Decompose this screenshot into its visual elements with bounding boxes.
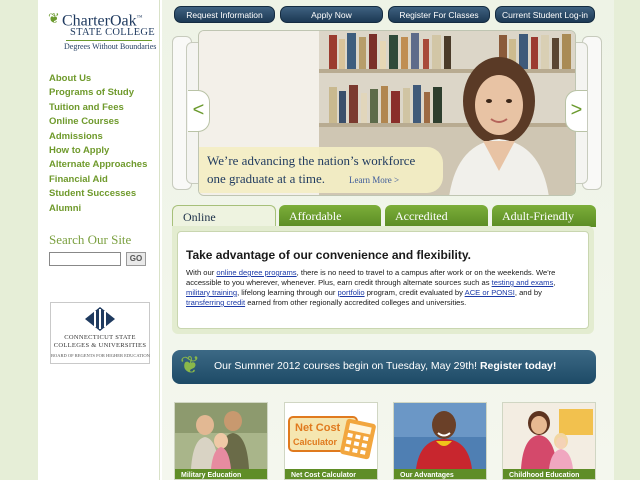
banner-text: Our Summer 2012 courses begin on Tuesday… — [214, 360, 557, 372]
apply-now-button[interactable]: Apply Now — [280, 6, 383, 23]
thumb-our-advantages[interactable]: Our Advantages — [393, 402, 487, 480]
tab-bar: Online Affordable Accredited Adult-Frien… — [172, 205, 596, 227]
tab-adult-friendly[interactable]: Adult-Friendly — [492, 205, 596, 227]
tab-online[interactable]: Online — [172, 205, 276, 227]
hero-caption-line-2: one graduate at a time. — [207, 171, 326, 186]
current-student-login-button[interactable]: Current Student Log-in — [495, 6, 595, 23]
search-title: Search Our Site — [49, 232, 132, 247]
oak-leaf-icon: ❦ — [180, 352, 201, 379]
cscu-line-2: COLLEGES & UNIVERSITIES — [53, 342, 147, 349]
online-degree-programs-link[interactable]: online degree programs — [216, 268, 296, 277]
hero-slide: We’re advancing the nation’s workforce o… — [198, 30, 576, 196]
page-background-right — [614, 0, 640, 480]
thumb-label: Military Education — [175, 469, 267, 479]
register-for-classes-button[interactable]: Register For Classes — [388, 6, 490, 23]
military-family-photo — [175, 403, 267, 469]
site-logo[interactable]: ❦ CharterOak™ STATE COLLEGE Degrees With… — [48, 10, 156, 54]
nav-item-admissions[interactable]: Admissions — [49, 130, 147, 144]
thumb-childhood-education[interactable]: Childhood Education — [502, 402, 596, 480]
thumb-label: Net Cost Calculator — [285, 469, 377, 479]
testing-and-exams-link[interactable]: testing and exams — [492, 278, 554, 287]
calculator-graphic: Net Cost Calculator — [285, 403, 377, 469]
thumb-label: Childhood Education — [503, 469, 595, 479]
request-information-button[interactable]: Request Information — [174, 6, 275, 23]
tab-panel: Take advantage of our convenience and fl… — [172, 226, 594, 334]
svg-text:Calculator: Calculator — [293, 437, 338, 447]
nav-item-programs-of-study[interactable]: Programs of Study — [49, 86, 147, 100]
logo-tagline: Degrees Without Boundaries — [64, 42, 157, 51]
nav-item-financial-aid[interactable]: Financial Aid — [49, 173, 147, 187]
logo-subtitle: STATE COLLEGE — [70, 27, 156, 38]
cscu-line-1: CONNECTICUT STATE — [64, 334, 136, 341]
sidebar-nav: About Us Programs of Study Tuition and F… — [49, 72, 147, 216]
panel-heading: Take advantage of our convenience and fl… — [186, 248, 471, 262]
thumb-net-cost-calculator[interactable]: Net Cost Calculator Net Cost Calculator — [284, 402, 378, 480]
page-background-left — [0, 0, 38, 480]
student-photo — [394, 403, 486, 469]
panel-text: With our online degree programs, there i… — [186, 268, 556, 307]
transferring-credit-link[interactable]: transferring credit — [186, 298, 245, 307]
nav-item-online-courses[interactable]: Online Courses — [49, 115, 147, 129]
nav-item-how-to-apply[interactable]: How to Apply — [49, 144, 147, 158]
page: ❦ CharterOak™ STATE COLLEGE Degrees With… — [38, 0, 614, 480]
hero-carousel: We’re advancing the nation’s workforce o… — [172, 30, 602, 198]
carousel-next-arrow-icon[interactable]: > — [565, 90, 587, 132]
hero-caption: We’re advancing the nation’s workforce o… — [199, 147, 443, 193]
ace-or-ponsi-link[interactable]: ACE or PONSI — [465, 288, 515, 297]
carousel-prev-arrow-icon[interactable]: < — [188, 90, 210, 132]
register-today-link[interactable]: Register today! — [480, 360, 556, 372]
main-content: Request Information Apply Now Register F… — [162, 0, 614, 480]
nav-item-alumni[interactable]: Alumni — [49, 202, 147, 216]
nav-item-about-us[interactable]: About Us — [49, 72, 147, 86]
hero-caption-line-1: We’re advancing the nation’s workforce — [207, 153, 416, 168]
tab-accredited[interactable]: Accredited — [385, 205, 488, 227]
thumb-military-education[interactable]: Military Education — [174, 402, 268, 480]
summer-courses-banner: ❦ Our Summer 2012 courses begin on Tuesd… — [172, 350, 596, 384]
teacher-child-photo — [503, 403, 595, 469]
sidebar: ❦ CharterOak™ STATE COLLEGE Degrees With… — [38, 0, 160, 480]
cscu-emblem-icon — [85, 307, 115, 331]
search-go-button[interactable]: GO — [126, 252, 146, 266]
thumb-label: Our Advantages — [394, 469, 486, 479]
svg-text:Net Cost: Net Cost — [295, 422, 341, 434]
cscu-line-3: BOARD OF REGENTS FOR HIGHER EDUCATION — [51, 353, 150, 358]
nav-item-tuition-and-fees[interactable]: Tuition and Fees — [49, 101, 147, 115]
nav-item-student-successes[interactable]: Student Successes — [49, 187, 147, 201]
military-training-link[interactable]: military training — [186, 288, 237, 297]
nav-item-alternate-approaches[interactable]: Alternate Approaches — [49, 158, 147, 172]
oak-leaf-icon: ❦ — [48, 10, 60, 26]
tab-affordable[interactable]: Affordable — [279, 205, 381, 227]
learn-more-link[interactable]: Learn More > — [349, 175, 399, 185]
portfolio-link[interactable]: portfolio — [338, 288, 365, 297]
search-input[interactable] — [49, 252, 121, 266]
tab-panel-content: Take advantage of our convenience and fl… — [177, 231, 589, 329]
cscu-logo[interactable]: CONNECTICUT STATE COLLEGES & UNIVERSITIE… — [50, 302, 150, 364]
logo-divider — [66, 40, 152, 41]
